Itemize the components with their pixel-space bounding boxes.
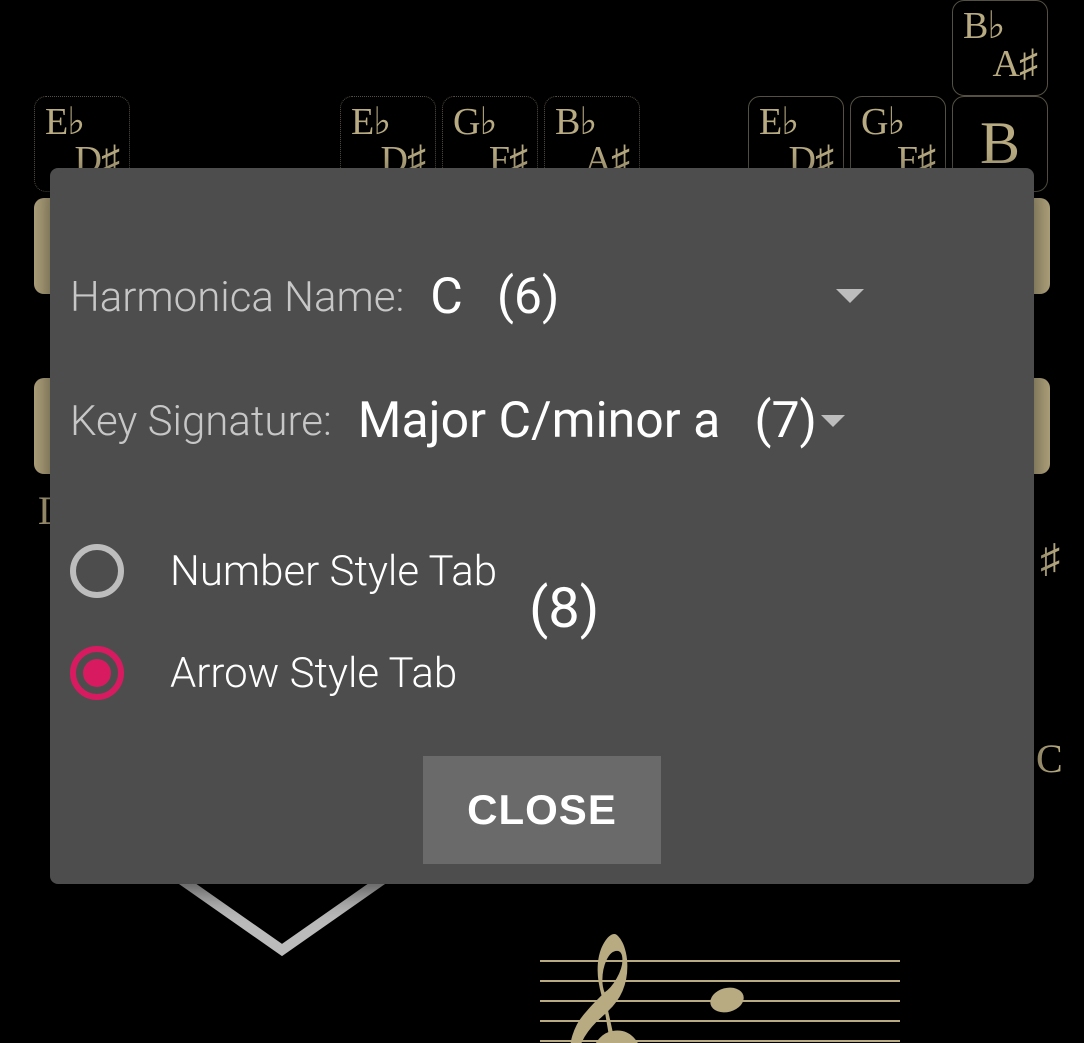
note-top: G♭: [861, 103, 935, 141]
staff-line: [540, 960, 900, 962]
harmonica-name-value: C: [430, 268, 463, 326]
harmonica-name-dropdown[interactable]: C (6): [430, 268, 1014, 326]
key-signature-value: Major C/minor a: [358, 392, 721, 450]
treble-clef-icon: 𝄞: [550, 980, 650, 1043]
note-top: G♭: [453, 103, 527, 141]
key-signature-row: Key Signature: Major C/minor a (7): [70, 392, 1014, 450]
bg-note-fragment: C: [1036, 735, 1063, 782]
annotation-8: (8): [529, 575, 599, 641]
radio-number-tab[interactable]: Number Style Tab: [70, 544, 497, 598]
tab-style-group-wrap: Number Style Tab Arrow Style Tab (8): [70, 516, 1014, 700]
tab-style-radio-group: Number Style Tab Arrow Style Tab: [70, 544, 497, 700]
bg-note-fragment: ♯: [1040, 535, 1060, 582]
note-top: E♭: [351, 103, 425, 141]
staff-line: [540, 1020, 900, 1022]
staff-line: [540, 980, 900, 982]
note-bot: A♯: [963, 45, 1037, 83]
harmonica-name-label: Harmonica Name:: [70, 273, 404, 322]
note-top: B♭: [555, 103, 629, 141]
settings-dialog: Harmonica Name: C (6) Key Signature: Maj…: [50, 168, 1034, 884]
key-signature-label: Key Signature:: [70, 397, 332, 446]
radio-icon: [70, 544, 124, 598]
radio-arrow-label: Arrow Style Tab: [170, 649, 457, 698]
note-top: E♭: [45, 103, 119, 141]
note-top: B♭: [963, 7, 1037, 45]
chevron-down-icon: [821, 412, 845, 431]
radio-icon: [70, 646, 124, 700]
chevron-down-icon: [836, 288, 864, 307]
staff-line: [540, 1040, 900, 1042]
harmonica-name-row: Harmonica Name: C (6): [70, 268, 1014, 326]
key-signature-dropdown[interactable]: Major C/minor a (7): [358, 392, 845, 450]
staff-notehead: [707, 984, 746, 1016]
annotation-6: (6): [497, 268, 560, 326]
close-button[interactable]: CLOSE: [423, 756, 661, 864]
radio-arrow-tab[interactable]: Arrow Style Tab: [70, 646, 497, 700]
note-tile: B♭ A♯: [952, 0, 1048, 96]
note-top: E♭: [759, 103, 833, 141]
annotation-7: (7): [754, 392, 817, 450]
radio-number-label: Number Style Tab: [170, 547, 497, 596]
